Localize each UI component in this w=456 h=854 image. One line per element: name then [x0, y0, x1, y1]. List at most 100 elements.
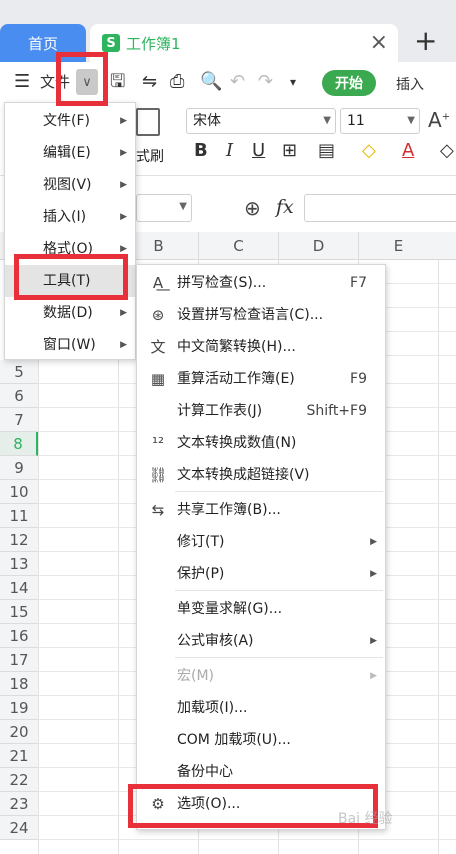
font-size-select[interactable]: 11 ▼	[340, 108, 420, 134]
font-size-value: 11	[347, 113, 365, 129]
eraser-icon[interactable]: ◇	[440, 140, 454, 161]
tools-menu-item[interactable]: 单变量求解(G)...	[137, 593, 385, 625]
text-to-number-icon: ¹²	[151, 434, 165, 452]
tools-menu-item-label: 单变量求解(G)...	[177, 601, 283, 617]
tools-menu-item-label: 设置拼写检查语言(C)...	[177, 307, 324, 323]
tools-menu-item[interactable]: ▦ 重算活动工作簿(E) F9	[137, 363, 385, 395]
row-header[interactable]: 9	[0, 456, 38, 480]
format-painter-label[interactable]: 式刷	[136, 146, 164, 166]
chevron-right-icon: ▶	[370, 671, 377, 681]
font-color-icon[interactable]: A	[402, 140, 414, 161]
save-icon[interactable]: 🖫	[110, 71, 125, 93]
spreadsheet-icon: S	[102, 34, 120, 52]
row-header[interactable]: 5	[0, 360, 38, 384]
tools-menu-item-label: 保护(P)	[177, 566, 225, 582]
main-menu-item[interactable]: 编辑(E) ▶	[5, 137, 135, 169]
main-menu-item[interactable]: 视图(V) ▶	[5, 169, 135, 201]
row-header[interactable]: 14	[0, 576, 38, 600]
row-header[interactable]: 18	[0, 672, 38, 696]
format-painter-icon[interactable]	[136, 108, 160, 136]
main-menu-item[interactable]: 窗口(W) ▶	[5, 329, 135, 361]
tools-menu-item[interactable]: 计算工作表(J) Shift+F9	[137, 395, 385, 427]
recalc-icon: ▦	[150, 370, 166, 388]
row-header[interactable]: 11	[0, 504, 38, 528]
row-header[interactable]: 19	[0, 696, 38, 720]
tools-menu-item-label: 拼写检查(S)...	[177, 275, 267, 291]
main-menu-item[interactable]: 插入(I) ▶	[5, 201, 135, 233]
column-header-c[interactable]: C	[198, 232, 278, 260]
export-icon[interactable]: ⇋	[142, 71, 157, 93]
main-menu-item[interactable]: 文件(F) ▶	[5, 105, 135, 137]
font-name-value: 宋体	[193, 113, 221, 129]
row-header[interactable]: 16	[0, 624, 38, 648]
formula-input[interactable]	[304, 194, 456, 222]
row-header[interactable]: 6	[0, 384, 38, 408]
cell-format-icon[interactable]: ▤	[318, 140, 335, 161]
row-header[interactable]: 17	[0, 648, 38, 672]
bold-button[interactable]: B	[194, 140, 208, 161]
print-icon[interactable]: ⎙	[170, 71, 184, 93]
main-menu-item[interactable]: 数据(D) ▶	[5, 297, 135, 329]
new-tab-icon[interactable]: +	[414, 26, 437, 56]
tools-menu-item[interactable]: 保护(P) ▶	[137, 558, 385, 590]
close-tab-icon[interactable]: ×	[370, 30, 388, 55]
row-header[interactable]: 15	[0, 600, 38, 624]
tab-start[interactable]: 开始	[322, 70, 376, 96]
undo-icon[interactable]: ↶	[230, 71, 245, 93]
customize-toolbar-icon[interactable]: ▾	[290, 71, 296, 93]
tools-menu-item[interactable]: 加载项(I)...	[137, 692, 385, 724]
tools-menu-item[interactable]: 修订(T) ▶	[137, 526, 385, 558]
menu-separator	[175, 491, 383, 492]
row-header[interactable]: 8	[0, 432, 38, 456]
row-header[interactable]: 12	[0, 528, 38, 552]
tools-menu-item[interactable]: ¹² 文本转换成数值(N)	[137, 427, 385, 459]
row-header[interactable]: 24	[0, 816, 38, 840]
hamburger-menu-icon[interactable]: ☰	[14, 71, 30, 93]
highlight-box-tools	[14, 254, 128, 300]
row-header[interactable]: 21	[0, 744, 38, 768]
border-icon[interactable]: ⊞	[282, 140, 297, 161]
tab-document[interactable]: S 工作簿1 ×	[90, 24, 398, 62]
main-menu-item-label: 文件(F)	[43, 113, 90, 129]
row-header[interactable]: 13	[0, 552, 38, 576]
tools-submenu: A͟ 拼写检查(S)... F7 ⊛ 设置拼写检查语言(C)... 文中文简繁转换(H).…	[136, 264, 386, 830]
underline-button[interactable]: U	[252, 140, 265, 161]
tools-menu-item[interactable]: ⇆ 共享工作簿(B)...	[137, 494, 385, 526]
font-name-select[interactable]: 宋体 ▼	[186, 108, 336, 134]
name-box[interactable]: ▼	[136, 194, 192, 222]
chevron-right-icon: ▶	[120, 212, 127, 222]
tools-menu-item[interactable]: 文中文简繁转换(H)...	[137, 331, 385, 363]
fx-icon[interactable]: fx	[276, 196, 294, 218]
menu-separator	[175, 590, 383, 591]
shortcut-label: F9	[350, 371, 367, 387]
document-title: 工作簿1	[126, 34, 181, 53]
share-workbook-icon: ⇆	[151, 501, 165, 519]
row-header[interactable]: 22	[0, 768, 38, 792]
tools-menu-item-label: 文本转换成超链接(V)	[177, 467, 310, 483]
chinese-convert-icon: 文	[150, 338, 166, 356]
tools-menu-item-label: 公式审核(A)	[177, 633, 254, 649]
fill-color-icon[interactable]: ◇	[362, 140, 376, 161]
text-to-link-icon: ⛓	[148, 466, 168, 484]
italic-button[interactable]: I	[226, 140, 233, 161]
row-header[interactable]: 20	[0, 720, 38, 744]
zoom-icon[interactable]: ⊕	[244, 196, 261, 220]
column-header-d[interactable]: D	[278, 232, 358, 260]
tools-menu-item[interactable]: ⊛ 设置拼写检查语言(C)...	[137, 299, 385, 331]
row-header[interactable]: 10	[0, 480, 38, 504]
row-header[interactable]: 23	[0, 792, 38, 816]
main-menu-item-label: 视图(V)	[43, 177, 92, 193]
column-header-e[interactable]: E	[358, 232, 438, 260]
tools-menu-item[interactable]: COM 加载项(U)...	[137, 724, 385, 756]
tools-menu-item-label: 计算工作表(J)	[177, 403, 263, 419]
chevron-right-icon: ▶	[370, 636, 377, 646]
tools-menu-item[interactable]: 公式审核(A) ▶	[137, 625, 385, 657]
print-preview-icon[interactable]: 🔍	[200, 71, 222, 93]
tools-menu-item[interactable]: A͟ 拼写检查(S)... F7	[137, 267, 385, 299]
tools-menu-item[interactable]: ⛓ 文本转换成超链接(V)	[137, 459, 385, 491]
increase-font-icon[interactable]: A+	[428, 108, 450, 132]
tab-insert[interactable]: 插入	[396, 74, 424, 94]
row-header[interactable]: 7	[0, 408, 38, 432]
redo-icon[interactable]: ↷	[258, 71, 273, 93]
chevron-right-icon: ▶	[120, 308, 127, 318]
